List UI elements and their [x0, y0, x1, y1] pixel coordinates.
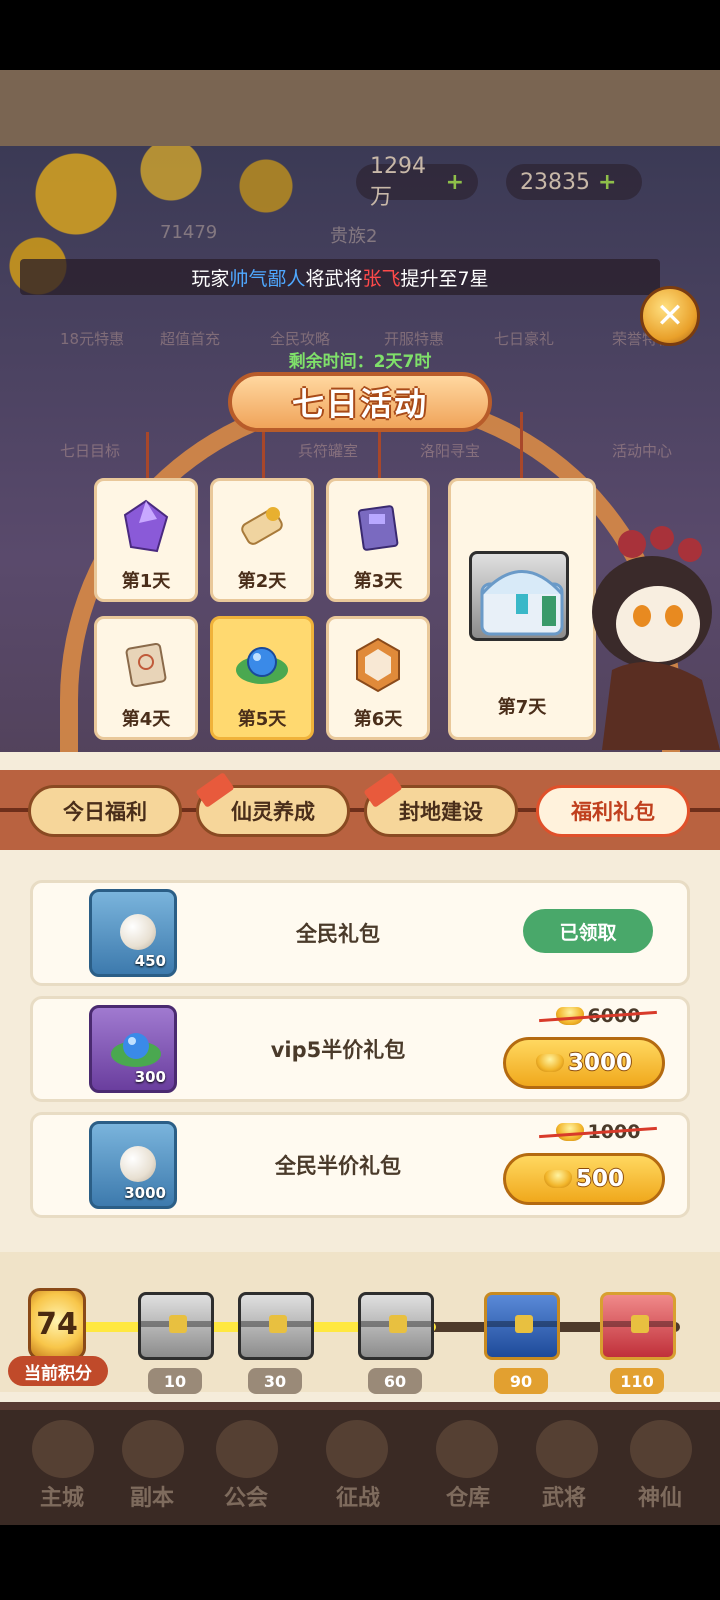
reward-chest-blue[interactable] [484, 1292, 560, 1360]
spirit-orb-icon [232, 635, 292, 695]
broadcast-marquee: 玩家 帅气鄙人 将武将 张飞 提升至7星 [20, 259, 660, 295]
guild-icon [216, 1420, 278, 1478]
reward-chest-silver[interactable] [238, 1292, 314, 1360]
token-icon [348, 635, 408, 695]
nav-item-immortal[interactable]: 神仙 [638, 1480, 682, 1512]
event-title-plate: 七日活动 [228, 372, 492, 432]
bg-menu-item: 超值首充 [160, 330, 221, 348]
add-gold-icon: + [598, 169, 617, 195]
milestone-value: 60 [368, 1368, 422, 1394]
nav-item-battle[interactable]: 征战 [336, 1480, 380, 1512]
spirit-orb-item-icon[interactable]: 300 [89, 1005, 177, 1093]
city-icon [32, 1420, 94, 1478]
pack-name: 全民礼包 [296, 922, 380, 946]
reward-chest-silver[interactable] [138, 1292, 214, 1360]
tab-welfare-pack[interactable]: 福利礼包 [536, 785, 690, 837]
pearl-icon [120, 1146, 156, 1182]
clan-badge: 贵族2 [330, 226, 378, 247]
general-icon [536, 1420, 598, 1478]
bg-menu-item: 开服特惠 [384, 330, 445, 348]
nav-item-warehouse[interactable]: 仓库 [446, 1480, 490, 1512]
bg-menu-item: 全民攻略 [270, 330, 331, 348]
lock-icon [515, 1315, 533, 1333]
day-card-1[interactable]: 第1天 [94, 478, 198, 602]
claimed-badge: 已领取 [523, 909, 653, 953]
nav-item-dungeon[interactable]: 副本 [130, 1480, 174, 1512]
hanging-string [146, 432, 149, 480]
event-title: 七日活动 [291, 385, 428, 423]
bg-menu-item: 七日豪礼 [494, 330, 555, 348]
purple-crystal-icon [116, 497, 176, 557]
close-button[interactable]: ✕ [640, 286, 700, 346]
buy-button[interactable]: 500 [503, 1153, 665, 1205]
hanging-string [378, 432, 381, 480]
warehouse-icon [436, 1420, 498, 1478]
original-price: 6000 [533, 1001, 663, 1031]
scroll-icon [232, 497, 292, 557]
score-lantern: 74 [28, 1288, 86, 1360]
pack-name: 全民半价礼包 [275, 1154, 401, 1178]
buy-button[interactable]: 3000 [503, 1037, 665, 1089]
immortal-icon [630, 1420, 692, 1478]
pearl-item-icon[interactable]: 450 [89, 889, 177, 977]
hanging-string [262, 432, 265, 480]
day-card-3[interactable]: 第3天 [326, 478, 430, 602]
parchment-icon [116, 635, 176, 695]
status-bar [0, 0, 720, 70]
day-card-2[interactable]: 第2天 [210, 478, 314, 602]
tab-daily-welfare[interactable]: 今日福利 [28, 785, 182, 837]
treasure-chest-icon [469, 551, 569, 641]
original-price: 1000 [533, 1117, 663, 1147]
ingot-icon [543, 1170, 572, 1188]
time-remaining: 剩余时间：2天7时 [288, 352, 432, 372]
reward-chest-red[interactable] [600, 1292, 676, 1360]
lock-icon [631, 1315, 649, 1333]
gold-resource: 23835 + [506, 164, 642, 200]
add-silver-icon: + [445, 169, 464, 195]
player-id: 71479 [160, 222, 218, 243]
nav-item-city[interactable]: 主城 [40, 1480, 84, 1512]
cat-character-art [572, 520, 720, 750]
day-card-6[interactable]: 第6天 [326, 616, 430, 740]
game-screen: 1294万 + 23835 + 71479 贵族2 18元特惠 超值首充 全民攻略 … [0, 0, 720, 1600]
day-card-4[interactable]: 第4天 [94, 616, 198, 740]
lock-icon [389, 1315, 407, 1333]
pearl-item-icon[interactable]: 3000 [89, 1121, 177, 1209]
milestone-value: 10 [148, 1368, 202, 1394]
nav-item-guild[interactable]: 公会 [224, 1480, 268, 1512]
lock-icon [269, 1315, 287, 1333]
pack-row: 300 vip5半价礼包 6000 3000 [30, 996, 690, 1102]
top-band [0, 70, 720, 146]
pack-row: 3000 全民半价礼包 1000 500 [30, 1112, 690, 1218]
lock-icon [169, 1315, 187, 1333]
bg-menu-item: 活动中心 [612, 442, 673, 460]
ingot-icon [535, 1054, 564, 1072]
battle-icon [326, 1420, 388, 1478]
milestone-value: 110 [610, 1368, 664, 1394]
book-icon [348, 497, 408, 557]
pack-row: 450 全民礼包 已领取 [30, 880, 690, 986]
day-card-5[interactable]: 第5天 [210, 616, 314, 740]
system-nav-bar [0, 1525, 720, 1600]
bg-menu-item: 18元特惠 [60, 330, 125, 348]
milestone-value: 90 [494, 1368, 548, 1394]
dungeon-icon [122, 1420, 184, 1478]
hanging-string [520, 412, 523, 480]
bg-menu-item: 七日目标 [60, 442, 121, 460]
silver-resource: 1294万 + [356, 154, 478, 210]
pearl-icon [120, 914, 156, 950]
nav-item-general[interactable]: 武将 [542, 1480, 586, 1512]
milestone-value: 30 [248, 1368, 302, 1394]
reward-chest-silver[interactable] [358, 1292, 434, 1360]
score-label: 当前积分 [8, 1356, 108, 1386]
pack-name: vip5半价礼包 [270, 1038, 406, 1062]
close-icon: ✕ [655, 296, 685, 336]
